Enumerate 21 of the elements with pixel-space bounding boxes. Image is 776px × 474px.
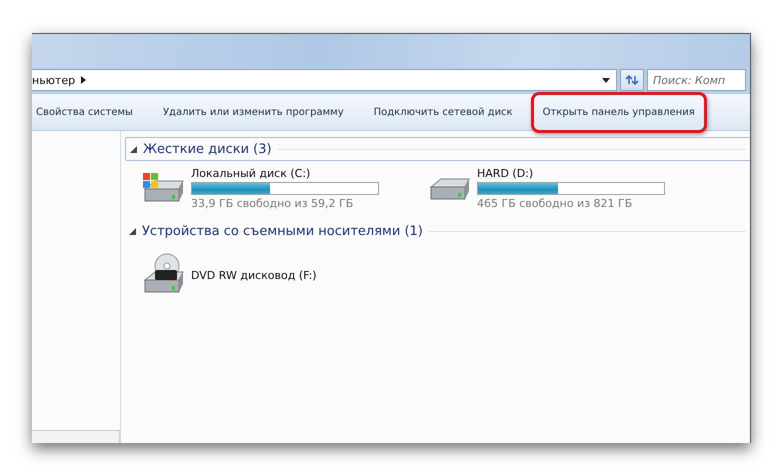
toolbar-button[interactable]: Открыть панель управления xyxy=(530,92,707,132)
drive-name[interactable]: Локальный диск (C:) xyxy=(191,167,379,180)
address-path: ньютер xyxy=(32,74,76,86)
toolbar-button[interactable]: Удалить или изменить программу xyxy=(150,98,356,126)
refresh-button[interactable] xyxy=(620,69,644,91)
address-field[interactable]: ньютер xyxy=(32,69,617,91)
collapse-icon[interactable] xyxy=(129,228,136,234)
free-space-text: 33,9 ГБ свободно из 59,2 ГБ xyxy=(191,197,354,210)
free-space-text: 465 ГБ свободно из 821 ГБ xyxy=(477,197,634,210)
collapse-icon[interactable] xyxy=(130,146,137,152)
toolbar-button[interactable]: Подключить сетевой диск xyxy=(362,98,525,126)
search-placeholder: Поиск: Комп xyxy=(653,74,726,86)
drive-name[interactable]: HARD (D:) xyxy=(477,167,665,180)
refresh-icon xyxy=(625,75,639,85)
toolbar-button[interactable]: Свойства системы xyxy=(32,98,145,126)
dropdown-icon[interactable] xyxy=(602,78,610,82)
chevron-icon xyxy=(81,76,86,84)
search-field[interactable]: Поиск: Комп xyxy=(647,69,746,91)
group-header[interactable]: Устройства со съемными носителями (1) xyxy=(142,224,423,238)
drive-name[interactable]: DVD RW дисковод (F:) xyxy=(191,268,317,282)
group-header[interactable]: Жесткие диски (3) xyxy=(143,142,272,156)
